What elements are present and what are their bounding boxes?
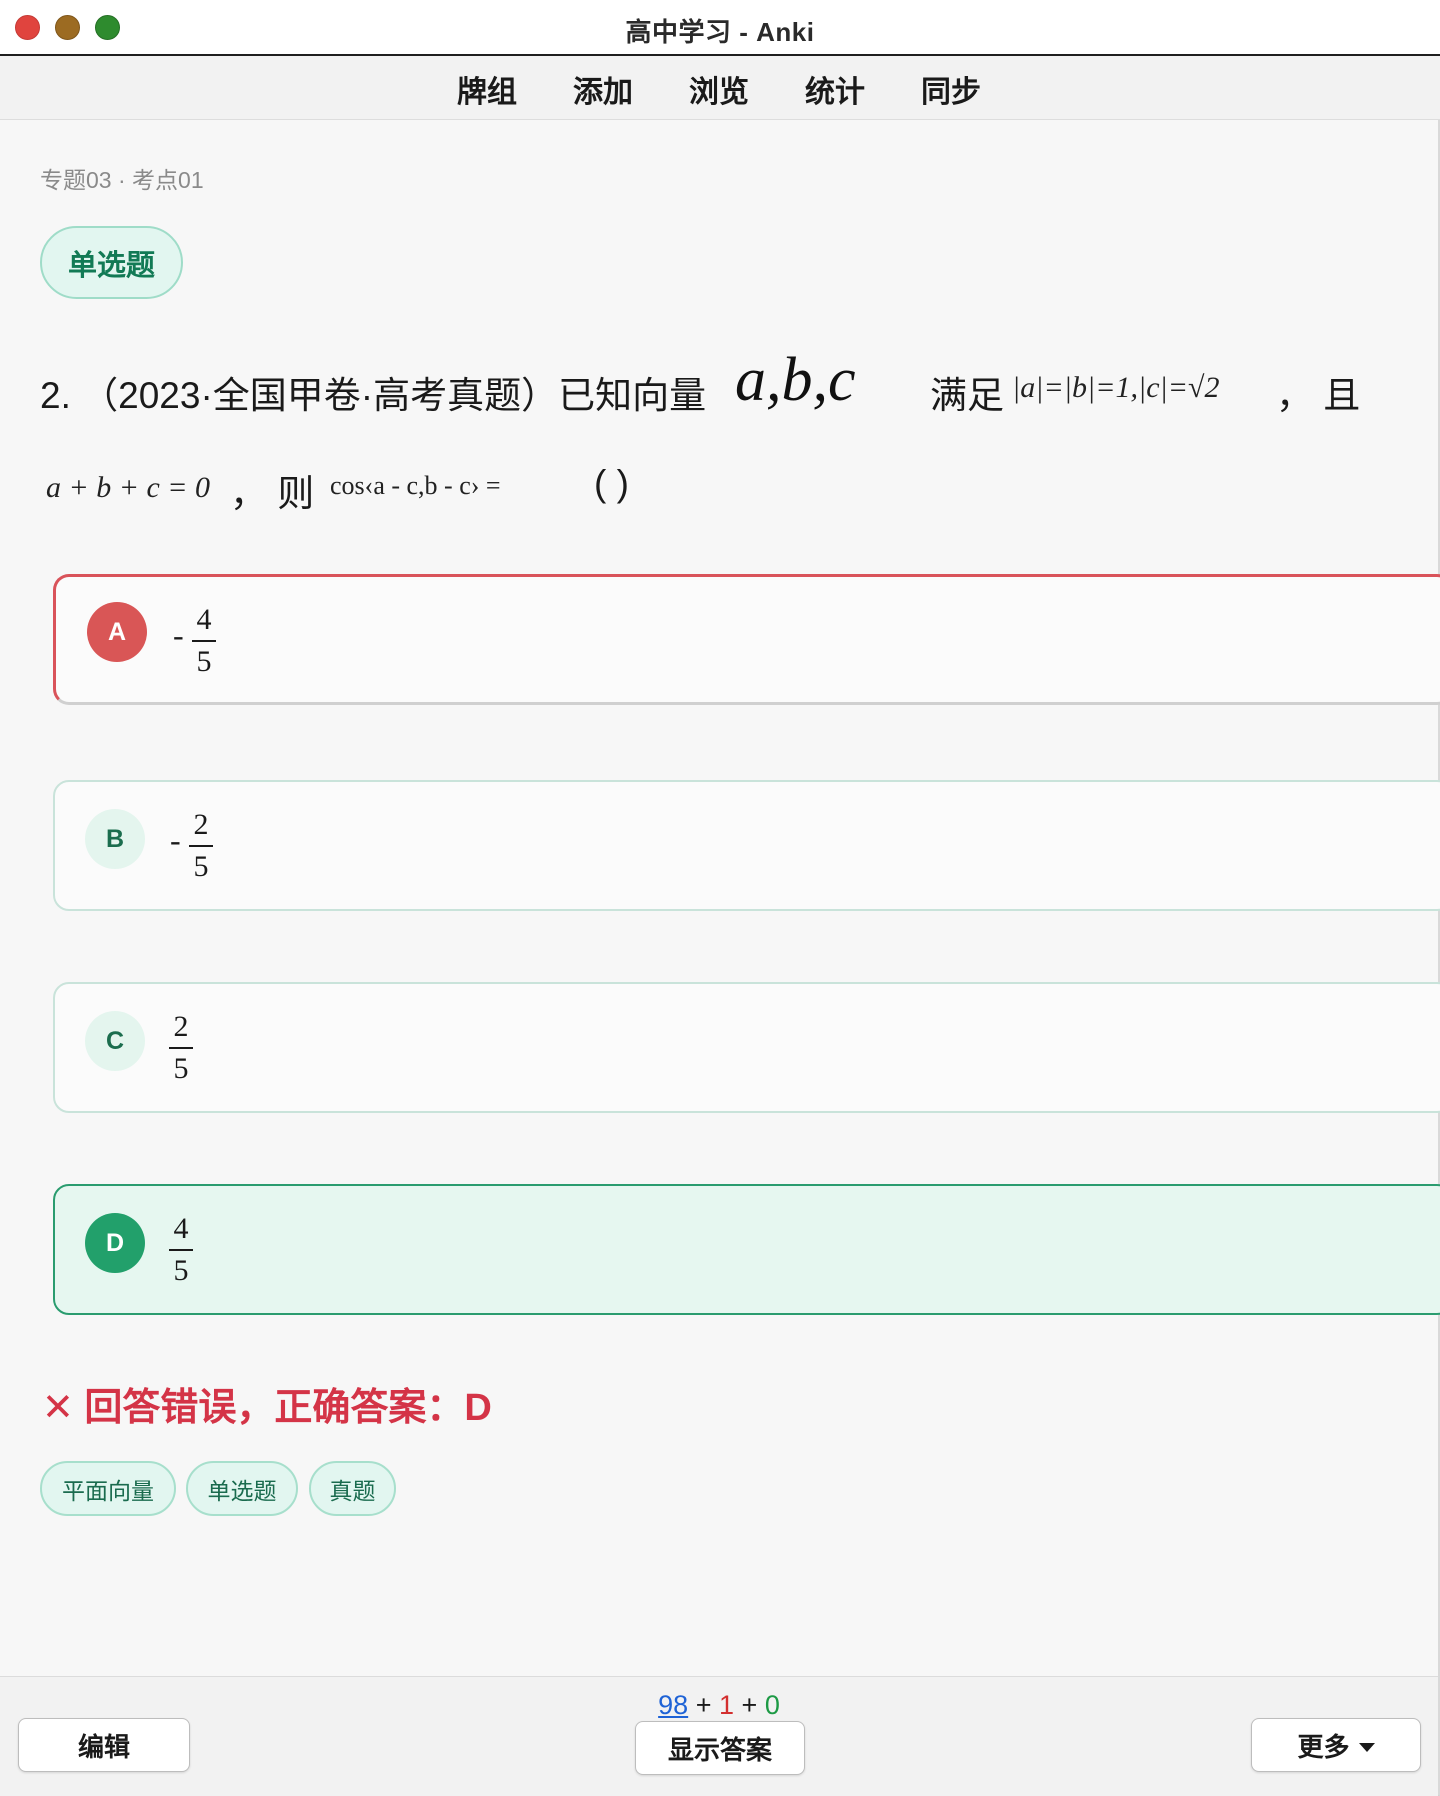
fraction-bar: [192, 640, 216, 642]
due-counts: 98 + 1 + 0: [0, 1690, 1438, 1721]
option-d-letter: D: [85, 1213, 145, 1273]
condition-formula: |a|=|b|=1,|c|=√2: [1012, 371, 1220, 404]
option-c-fraction: 2 5: [168, 1010, 194, 1086]
learning-count: 1: [718, 1690, 735, 1720]
new-count[interactable]: 98: [658, 1690, 688, 1720]
option-d-fraction: 4 5: [168, 1212, 194, 1288]
bottom-bar: 98 + 1 + 0 编辑 显示答案 更多: [0, 1676, 1438, 1796]
vectors-formula: a,b,c: [735, 346, 856, 414]
then-word: ， 则: [230, 473, 315, 514]
option-a-letter: A: [87, 602, 147, 662]
edit-button[interactable]: 编辑: [18, 1718, 190, 1772]
option-d-numerator: 4: [173, 1212, 189, 1245]
toolbar-stats[interactable]: 统计: [805, 67, 865, 111]
toolbar-browse[interactable]: 浏览: [689, 67, 749, 111]
toolbar-sync[interactable]: 同步: [921, 67, 981, 111]
option-b-letter: B: [85, 809, 145, 869]
option-d-denominator: 5: [173, 1254, 189, 1287]
review-count: 0: [764, 1690, 780, 1720]
sum-zero-formula: a + b + c = 0: [46, 471, 211, 504]
count-separator: +: [695, 1690, 712, 1720]
question-line-1: 2. （2023·全国甲卷·高考真题）已知向量 a,b,c 满足 |a|=|b|…: [40, 346, 1430, 431]
condition-word: 满足: [930, 375, 1004, 416]
more-button-label: 更多: [1297, 1731, 1350, 1762]
cosine-formula: cos‹a - c,b - c› =: [330, 471, 501, 500]
option-a-sign: -: [173, 617, 184, 653]
option-b-denominator: 5: [193, 850, 209, 883]
option-a-numerator: 4: [196, 603, 212, 636]
toolbar-add[interactable]: 添加: [573, 67, 633, 111]
option-a[interactable]: A - 4 5: [53, 574, 1440, 705]
show-answer-button[interactable]: 显示答案: [635, 1721, 805, 1775]
count-separator: +: [741, 1690, 758, 1720]
title-bar: 高中学习 - Anki: [0, 0, 1440, 56]
option-d[interactable]: D 4 5: [53, 1184, 1440, 1315]
tag-real-exam[interactable]: 真题: [309, 1461, 396, 1516]
chevron-down-icon: [1358, 1742, 1375, 1752]
question-prefix: 2. （2023·全国甲卷·高考真题）已知向量: [40, 375, 707, 416]
question-type-badge: 单选题: [40, 226, 183, 299]
option-a-fraction: 4 5: [191, 603, 217, 679]
answer-blank: ( ): [594, 463, 629, 504]
card-area: 专题03 · 考点01 单选题 2. （2023·全国甲卷·高考真题）已知向量 …: [0, 121, 1440, 1676]
option-c-numerator: 2: [173, 1010, 189, 1043]
comma-and: ， 且: [1276, 375, 1361, 416]
fraction-bar: [189, 845, 213, 847]
option-b[interactable]: B - 2 5: [53, 780, 1440, 911]
more-button[interactable]: 更多: [1251, 1718, 1421, 1772]
anki-window: 高中学习 - Anki 牌组 添加 浏览 统计 同步 专题03 · 考点01 单…: [0, 0, 1440, 1796]
answer-result-message: ✕ 回答错误，正确答案：D: [42, 1387, 492, 1429]
tag-single-choice[interactable]: 单选题: [186, 1461, 298, 1516]
option-c[interactable]: C 2 5: [53, 982, 1440, 1113]
option-c-letter: C: [85, 1011, 145, 1071]
breadcrumb: 专题03 · 考点01: [40, 167, 204, 193]
option-c-denominator: 5: [173, 1052, 189, 1085]
main-toolbar: 牌组 添加 浏览 统计 同步: [0, 56, 1440, 120]
toolbar-decks[interactable]: 牌组: [457, 67, 517, 111]
option-b-sign: -: [170, 822, 181, 858]
window-title: 高中学习 - Anki: [625, 17, 815, 47]
option-b-fraction: 2 5: [188, 808, 214, 884]
question-line-2: a + b + c = 0 ， 则 cos‹a - c,b - c› = ( ): [40, 451, 1040, 531]
option-b-numerator: 2: [193, 808, 209, 841]
fraction-bar: [169, 1047, 193, 1049]
tag-plane-vector[interactable]: 平面向量: [40, 1461, 176, 1516]
fraction-bar: [169, 1249, 193, 1251]
option-a-denominator: 5: [196, 645, 212, 678]
